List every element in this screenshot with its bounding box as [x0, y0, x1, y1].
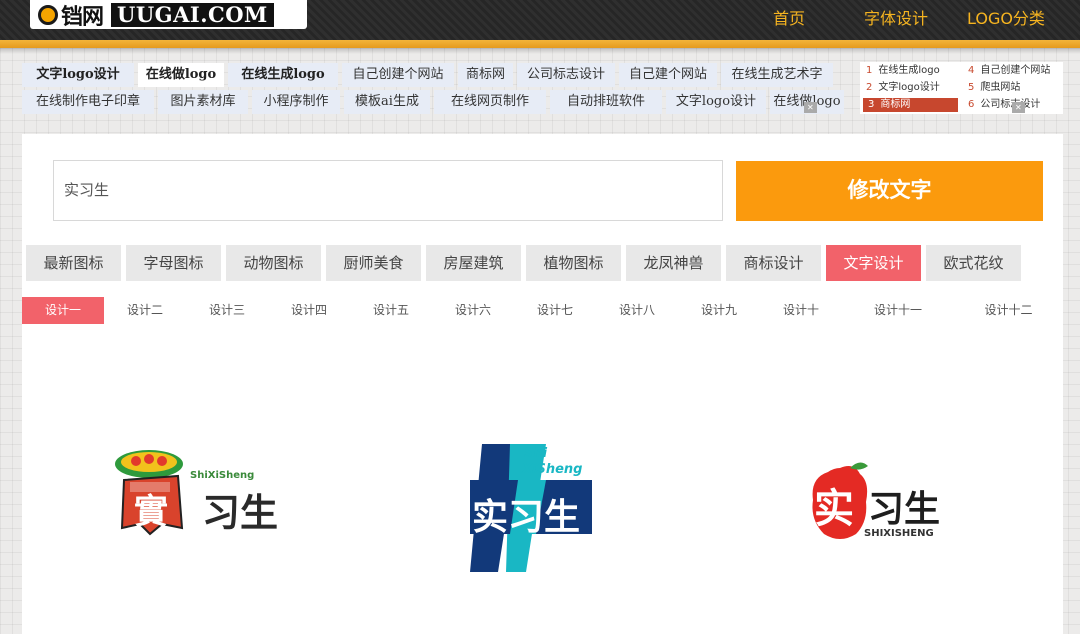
- rank-item[interactable]: 1 在线生成logo: [866, 64, 940, 78]
- category-tab[interactable]: 房屋建筑: [426, 245, 521, 281]
- logo-sample-1[interactable]: 實 ShiXiSheng 习生: [114, 446, 278, 546]
- keyword-link[interactable]: 小程序制作: [252, 90, 340, 114]
- keyword-link[interactable]: 文字logo设计: [666, 90, 766, 114]
- sample-1-rest-chars: 习生: [202, 491, 279, 535]
- keyword-link[interactable]: 在线做logo: [138, 63, 224, 87]
- keyword-link[interactable]: 在线制作电子印章: [22, 90, 154, 114]
- sample-3-rest-chars: 习生: [868, 489, 941, 530]
- design-tab-active[interactable]: 设计一: [22, 297, 104, 324]
- nav-home-link[interactable]: 首页: [773, 5, 805, 29]
- category-tabs: 最新图标 字母图标 动物图标 厨师美食 房屋建筑 植物图标 龙凤神兽 商标设计 …: [26, 245, 1026, 281]
- keyword-link[interactable]: 在线网页制作: [434, 90, 546, 114]
- logo-english-text: UUGAI.COM: [111, 2, 274, 27]
- design-tab[interactable]: 设计三: [186, 297, 268, 324]
- category-tab[interactable]: 字母图标: [126, 245, 221, 281]
- sample-3-sub-text: SHIXISHENG: [864, 528, 934, 539]
- logo-sample-3[interactable]: 实 习生 SHIXISHENG: [810, 462, 945, 542]
- design-tab[interactable]: 设计五: [350, 297, 432, 324]
- category-tab-active[interactable]: 文字设计: [826, 245, 921, 281]
- design-tab[interactable]: 设计十一: [842, 297, 954, 324]
- keyword-link[interactable]: 商标网: [458, 63, 513, 87]
- hot-ranking-list: 1 在线生成logo 2 文字logo设计 3 商标网 4 自己创建个网站 5 爬虫网站 …: [860, 62, 1063, 114]
- design-tab[interactable]: 设计六: [432, 297, 514, 324]
- site-logo[interactable]: 铛网 UUGAI.COM: [30, 0, 307, 30]
- keyword-link[interactable]: 自动排班软件: [550, 90, 662, 114]
- keyword-link[interactable]: 在线生成logo: [228, 63, 338, 87]
- main-panel: 实习生 修改文字 最新图标 字母图标 动物图标 厨师美食 房屋建筑 植物图标 龙…: [22, 134, 1063, 634]
- sample-2-main-text: 实习生: [472, 497, 581, 538]
- rank-item-highlighted[interactable]: 3 商标网: [863, 98, 958, 112]
- sample-1-first-char: 實: [134, 492, 168, 532]
- nav-font-design-link[interactable]: 字体设计: [864, 5, 928, 29]
- modify-text-button[interactable]: 修改文字: [736, 161, 1043, 221]
- keyword-link[interactable]: 模板ai生成: [344, 90, 430, 114]
- sample-3-first-char: 实: [814, 486, 854, 532]
- design-tab[interactable]: 设计十二: [954, 297, 1063, 324]
- category-tab[interactable]: 欧式花纹: [926, 245, 1021, 281]
- keyword-link[interactable]: 自己建个网站: [619, 63, 717, 87]
- design-tab[interactable]: 设计二: [104, 297, 186, 324]
- keyword-link[interactable]: 文字logo设计: [22, 63, 134, 87]
- keyword-row-1: 文字logo设计 在线做logo 在线生成logo 自己创建个网站 商标网 公司…: [22, 63, 837, 87]
- keyword-row-2: 在线制作电子印章 图片素材库 小程序制作 模板ai生成 在线网页制作 自动排班软…: [22, 90, 848, 114]
- header-shadow: [0, 48, 1080, 54]
- design-tabs: 设计一 设计二 设计三 设计四 设计五 设计六 设计七 设计八 设计九 设计十 …: [22, 297, 1063, 324]
- design-tab[interactable]: 设计十: [760, 297, 842, 324]
- sample-2-sub-text-1: Shi: [524, 446, 548, 461]
- design-tab[interactable]: 设计七: [514, 297, 596, 324]
- category-tab[interactable]: 厨师美食: [326, 245, 421, 281]
- ad-close-icon[interactable]: ✕: [804, 102, 817, 113]
- ad-close-icon[interactable]: ✕: [1012, 102, 1025, 113]
- category-tab[interactable]: 动物图标: [226, 245, 321, 281]
- logo-sample-2[interactable]: Shi XiSheng 实习生: [470, 444, 595, 572]
- keyword-link[interactable]: 在线生成艺术字: [721, 63, 833, 87]
- design-tab[interactable]: 设计八: [596, 297, 678, 324]
- category-tab[interactable]: 最新图标: [26, 245, 121, 281]
- keyword-link[interactable]: 自己创建个网站: [342, 63, 454, 87]
- nav-logo-category-link[interactable]: LOGO分类: [967, 5, 1045, 29]
- design-tab[interactable]: 设计四: [268, 297, 350, 324]
- rank-item[interactable]: 6 公司标志设计: [968, 98, 1040, 112]
- logo-mark-icon: [38, 4, 58, 25]
- logo-chinese-text: 铛网: [61, 3, 104, 30]
- text-input[interactable]: 实习生: [53, 160, 723, 221]
- category-tab[interactable]: 龙凤神兽: [626, 245, 721, 281]
- sample-1-sub-text: ShiXiSheng: [190, 470, 255, 481]
- keyword-link[interactable]: 图片素材库: [158, 90, 248, 114]
- sample-2-sub-text-2: XiSheng: [522, 462, 583, 477]
- rank-item[interactable]: 2 文字logo设计: [866, 81, 940, 95]
- rank-item[interactable]: 5 爬虫网站: [968, 81, 1020, 95]
- keyword-link[interactable]: 公司标志设计: [517, 63, 615, 87]
- category-tab[interactable]: 植物图标: [526, 245, 621, 281]
- design-tab[interactable]: 设计九: [678, 297, 760, 324]
- category-tab[interactable]: 商标设计: [726, 245, 821, 281]
- rank-item[interactable]: 4 自己创建个网站: [968, 64, 1050, 78]
- header-accent-bar: [0, 40, 1080, 48]
